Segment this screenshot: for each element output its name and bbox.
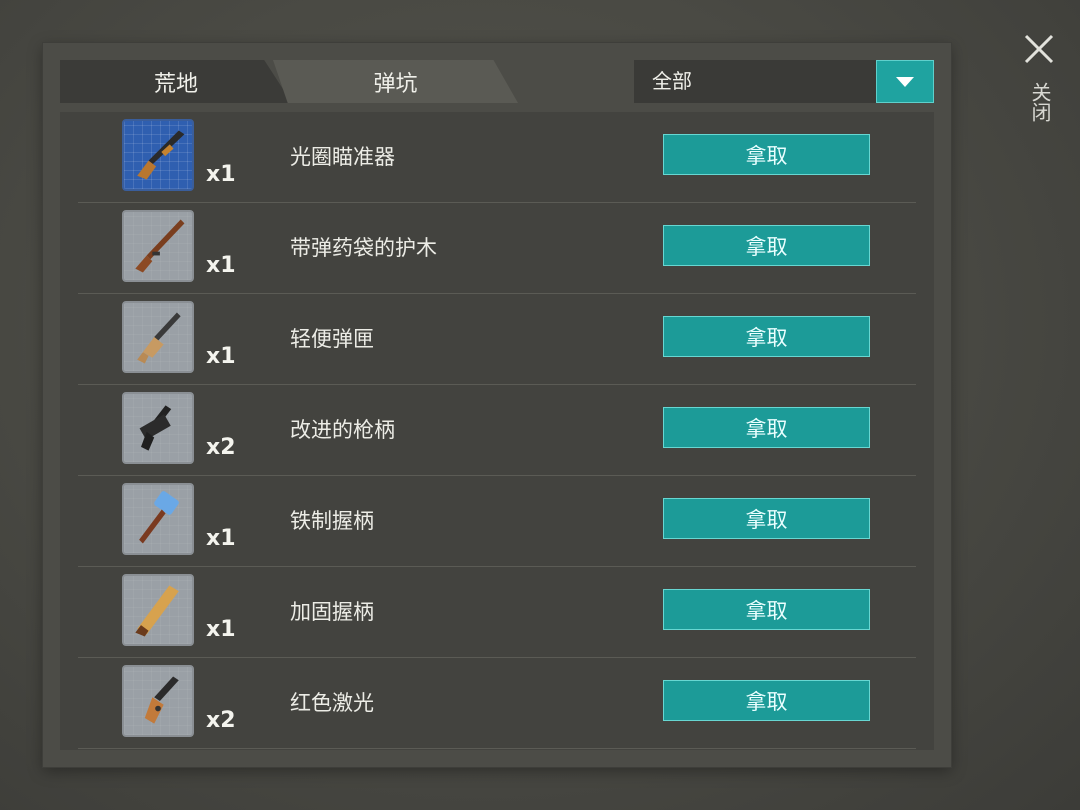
item-name: 加固握柄: [290, 600, 374, 624]
chevron-down-icon: [896, 76, 914, 87]
item-quantity: x1: [206, 344, 236, 369]
lever-rifle-icon: [122, 210, 194, 282]
dropdown-toggle-button[interactable]: [876, 60, 934, 103]
item-quantity: x1: [206, 162, 236, 187]
tab-crater[interactable]: 弹坑: [273, 60, 518, 103]
item-name: 红色激光: [290, 691, 374, 715]
item-name: 带弹药袋的护木: [290, 236, 437, 260]
take-button[interactable]: 拿取: [663, 134, 870, 175]
item-name: 光圈瞄准器: [290, 145, 395, 169]
list-item: x2 改进的枪柄 拿取: [78, 385, 916, 476]
item-name: 铁制握柄: [290, 509, 374, 533]
uzi-icon: [122, 392, 194, 464]
sledgehammer-icon: [122, 483, 194, 555]
loot-panel: 荒地 弹坑 全部 x1 光圈瞄准器 拿取 x1 带弹药袋的护木 拿取 x1 轻便…: [43, 43, 951, 767]
take-button[interactable]: 拿取: [663, 407, 870, 448]
take-button[interactable]: 拿取: [663, 498, 870, 539]
close-icon: [1024, 34, 1054, 64]
list-item: x1 轻便弹匣 拿取: [78, 294, 916, 385]
take-button[interactable]: 拿取: [663, 225, 870, 266]
pistol-icon: [122, 665, 194, 737]
list-item: x1 带弹药袋的护木 拿取: [78, 203, 916, 294]
item-quantity: x2: [206, 708, 236, 733]
item-name: 改进的枪柄: [290, 418, 395, 442]
item-quantity: x2: [206, 435, 236, 460]
wooden-plank-icon: [122, 574, 194, 646]
shotgun-icon: [122, 119, 194, 191]
close-label[interactable]: 关闭: [1028, 82, 1052, 122]
item-name: 轻便弹匣: [290, 327, 374, 351]
item-list[interactable]: x1 光圈瞄准器 拿取 x1 带弹药袋的护木 拿取 x1 轻便弹匣 拿取 x2 …: [60, 112, 934, 750]
list-item: x1 铁制握柄 拿取: [78, 476, 916, 567]
take-button[interactable]: 拿取: [663, 589, 870, 630]
item-quantity: x1: [206, 617, 236, 642]
item-quantity: x1: [206, 253, 236, 278]
item-quantity: x1: [206, 526, 236, 551]
list-item: x1 加固握柄 拿取: [78, 567, 916, 658]
close-button[interactable]: [1022, 32, 1056, 66]
tab-wasteland[interactable]: 荒地: [60, 60, 292, 103]
assault-rifle-icon: [122, 301, 194, 373]
list-item: x1 光圈瞄准器 拿取: [78, 112, 916, 203]
take-button[interactable]: 拿取: [663, 316, 870, 357]
take-button[interactable]: 拿取: [663, 680, 870, 721]
filter-selected: 全部: [652, 69, 692, 93]
filter-dropdown[interactable]: 全部: [634, 60, 934, 103]
list-item: x2 红色激光 拿取: [78, 658, 916, 749]
